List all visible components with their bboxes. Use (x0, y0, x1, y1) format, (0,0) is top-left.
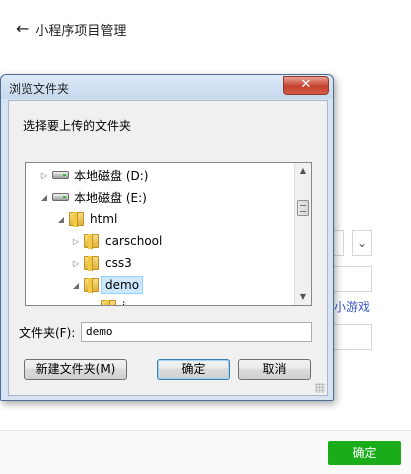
folder-icon (84, 234, 99, 249)
scroll-up-icon[interactable]: ▲ (295, 163, 311, 179)
drive-icon (52, 171, 69, 179)
browse-folder-dialog: 浏览文件夹 ✕ 选择要上传的文件夹 ▷ 本地磁盘 (D:) ◢ 本地磁盘 (E:… (0, 74, 334, 401)
chevron-down-icon[interactable]: ⌄ (352, 230, 372, 256)
folder-icon (84, 256, 99, 271)
scroll-thumb[interactable] (297, 200, 309, 216)
tree-item-demo[interactable]: ◢ demo (71, 274, 144, 296)
folder-icon (84, 278, 99, 293)
folder-tree[interactable]: ▷ 本地磁盘 (D:) ◢ 本地磁盘 (E:) ◢ html ▷ carscho… (25, 162, 312, 306)
tree-item-css3[interactable]: ▷ css3 (71, 252, 132, 274)
collapse-icon[interactable]: ◢ (56, 215, 66, 224)
ok-button[interactable]: 确定 (157, 359, 230, 380)
tree-item-html[interactable]: ◢ html (56, 208, 117, 230)
tree-item-drive-d[interactable]: ▷ 本地磁盘 (D:) (39, 164, 149, 186)
expand-icon[interactable]: ▷ (71, 259, 81, 268)
page-confirm-button[interactable]: 确定 (328, 441, 401, 465)
folder-name-input[interactable]: demo (81, 322, 312, 342)
tree-item-label: i (122, 300, 125, 305)
folder-field-label: 文件夹(F): (19, 326, 76, 340)
cancel-button[interactable]: 取消 (238, 359, 311, 380)
tree-item-label: css3 (105, 256, 132, 270)
close-button[interactable]: ✕ (283, 76, 329, 95)
tree-item-carschool[interactable]: ▷ carschool (71, 230, 162, 252)
mini-game-link[interactable]: 小游戏 (334, 298, 370, 315)
drive-icon (52, 193, 69, 201)
tree-item-label: 本地磁盘 (D:) (74, 168, 149, 183)
collapse-icon[interactable]: ◢ (71, 281, 81, 290)
folder-icon (101, 300, 116, 305)
tree-item-label: demo (101, 276, 144, 294)
dialog-body: 选择要上传的文件夹 ▷ 本地磁盘 (D:) ◢ 本地磁盘 (E:) ◢ html… (8, 100, 328, 396)
tree-item-partial[interactable]: i (88, 296, 125, 305)
page-header: ← 小程序项目管理 (16, 18, 126, 40)
tree-scrollbar[interactable]: ▲ ▼ (294, 163, 311, 305)
tree-item-label: carschool (105, 234, 163, 248)
scroll-down-icon[interactable]: ▼ (295, 289, 311, 305)
dialog-title: 浏览文件夹 (9, 82, 70, 96)
arrow-left-icon[interactable]: ← (16, 21, 29, 37)
close-icon: ✕ (300, 77, 312, 92)
folder-icon (69, 212, 84, 227)
dialog-prompt: 选择要上传的文件夹 (23, 119, 132, 133)
dialog-titlebar[interactable]: 浏览文件夹 ✕ (1, 75, 333, 99)
new-folder-button[interactable]: 新建文件夹(M) (24, 359, 127, 380)
collapse-icon[interactable]: ◢ (39, 193, 49, 202)
page-title: 小程序项目管理 (35, 23, 127, 39)
tree-item-label: html (90, 212, 118, 226)
expand-icon[interactable]: ▷ (39, 171, 49, 180)
tree-item-label: 本地磁盘 (E:) (74, 190, 147, 205)
tree-item-drive-e[interactable]: ◢ 本地磁盘 (E:) (39, 186, 147, 208)
resize-grip-icon[interactable] (315, 383, 325, 393)
expand-icon[interactable]: ▷ (71, 237, 81, 246)
